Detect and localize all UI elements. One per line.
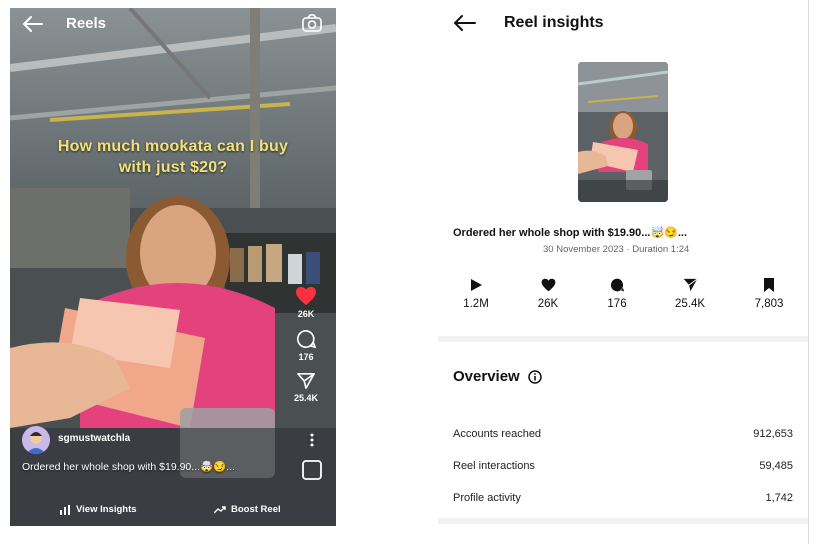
video-text-overlay: How much mookata can I buy with just $20… <box>10 136 336 178</box>
stat-saves: 7,803 <box>734 278 804 310</box>
reel-insights-panel: Reel insights Ordered her whole shop wit… <box>438 0 809 544</box>
reel-top-bar: Reels <box>10 8 336 44</box>
post-caption: Ordered her whole shop with $19.90...🤯😏.… <box>453 227 688 239</box>
row-label: Profile activity <box>453 492 521 504</box>
overview-section-title: Overview <box>453 368 542 385</box>
stat-plays: 1.2M <box>441 278 511 310</box>
heart-icon <box>296 286 316 306</box>
stat-comments: 176 <box>582 278 652 310</box>
reel-caption[interactable]: Ordered her whole shop with $19.90...🤯😏.… <box>22 460 235 473</box>
row-value: 912,653 <box>753 428 793 440</box>
bookmark-icon <box>764 278 774 292</box>
page-title: Reels <box>66 15 107 32</box>
like-button[interactable]: 26K <box>284 286 328 319</box>
overlay-line-1: How much mookata can I buy <box>57 138 289 155</box>
share-icon <box>297 372 315 390</box>
comment-icon <box>610 278 624 292</box>
engagement-stats: 1.2M 26K 176 25.4K 7,803 <box>438 278 808 318</box>
view-insights-label: View Insights <box>76 504 137 515</box>
overview-title: Overview <box>453 368 520 385</box>
heart-icon <box>541 278 555 292</box>
row-label: Reel interactions <box>453 460 535 472</box>
stat-shares: 25.4K <box>655 278 725 310</box>
reel-thumbnail[interactable] <box>578 62 668 202</box>
back-arrow-icon[interactable] <box>22 14 44 34</box>
share-button[interactable]: 25.4K <box>284 372 328 403</box>
play-icon <box>471 279 482 291</box>
trend-up-icon <box>214 505 226 513</box>
comments-count: 176 <box>607 298 627 310</box>
reel-player[interactable]: Reels How much mookata can I buy with ju… <box>10 8 336 526</box>
audio-thumb-icon[interactable] <box>302 460 322 480</box>
shares-count: 25.4K <box>674 298 706 310</box>
share-count: 25.4K <box>293 393 319 403</box>
reel-bottom-bar: View Insights Boost Reel <box>10 498 336 526</box>
likes-count: 26K <box>537 298 559 310</box>
overview-row-accounts-reached[interactable]: Accounts reached 912,653 <box>453 428 793 444</box>
row-value: 1,742 <box>765 492 793 504</box>
comment-count: 176 <box>298 352 314 362</box>
stat-likes: 26K <box>513 278 583 310</box>
post-date-duration: 30 November 2023 · Duration 1:24 <box>543 244 690 255</box>
author-name[interactable]: sgmustwatchla <box>58 433 130 444</box>
back-arrow-icon[interactable] <box>454 14 476 32</box>
share-icon <box>683 278 698 292</box>
boost-reel-label: Boost Reel <box>231 504 281 515</box>
camera-icon[interactable] <box>302 14 322 32</box>
bar-chart-icon <box>60 504 70 515</box>
section-divider <box>438 518 808 524</box>
overview-row-profile-activity[interactable]: Profile activity 1,742 <box>453 492 793 508</box>
saves-count: 7,803 <box>754 298 784 310</box>
reel-actions: 26K 176 25.4K <box>284 286 328 413</box>
overlay-line-2: with just $20? <box>118 159 228 176</box>
overview-row-reel-interactions[interactable]: Reel interactions 59,485 <box>453 460 793 476</box>
reel-video-frame <box>10 8 336 526</box>
avatar[interactable] <box>22 426 50 454</box>
view-insights-button[interactable]: View Insights <box>60 504 137 515</box>
more-icon[interactable] <box>308 432 316 448</box>
row-value: 59,485 <box>759 460 793 472</box>
like-count: 26K <box>297 309 315 319</box>
boost-reel-button[interactable]: Boost Reel <box>214 504 281 515</box>
comment-button[interactable]: 176 <box>284 329 328 362</box>
row-label: Accounts reached <box>453 428 542 440</box>
section-divider <box>438 336 808 342</box>
plays-count: 1.2M <box>463 298 489 310</box>
info-icon[interactable] <box>527 369 542 384</box>
insights-header: Reel insights <box>438 0 808 46</box>
page-title: Reel insights <box>504 14 604 31</box>
comment-icon <box>297 329 316 349</box>
